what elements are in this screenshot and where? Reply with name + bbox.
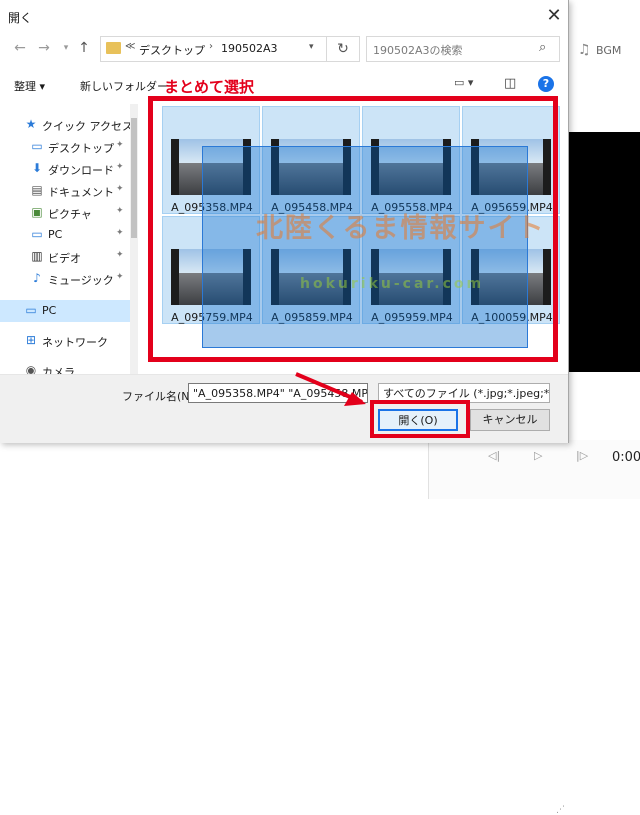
nav-item-videos[interactable]: ▥ ビデオ ✦ — [0, 246, 130, 268]
filename-label: ファイル名(N): — [122, 390, 198, 403]
pin-icon: ✦ — [116, 206, 124, 216]
folder-icon — [106, 42, 121, 54]
nav-item-documents[interactable]: ▤ ドキュメント ✦ — [0, 180, 130, 202]
navigation-pane: ★ クイック アクセス ▭ デスクトップ ✦ ⬇ ダウンロード ✦ ▤ ドキュメ… — [0, 104, 140, 374]
view-icon: ▭ ▾ — [454, 76, 474, 89]
chevron-right-icon[interactable]: › — [209, 41, 213, 52]
recent-locations-button[interactable]: ▾ — [58, 38, 74, 58]
pin-icon: ✦ — [116, 272, 124, 282]
pin-icon: ✦ — [116, 228, 124, 238]
back-button[interactable]: ← — [12, 38, 28, 58]
help-icon: ? — [542, 77, 550, 90]
nav-item-label: ドキュメント — [48, 186, 114, 199]
nav-item-label: PC — [42, 304, 57, 317]
help-button[interactable]: ? — [538, 76, 554, 92]
next-icon[interactable]: |▷ — [576, 449, 588, 462]
new-folder-button[interactable]: 新しいフォルダー — [80, 78, 168, 94]
video-icon: ▥ — [31, 249, 43, 263]
bgm-label[interactable]: BGM — [596, 44, 621, 57]
watermark-url: hokuriku-car.com — [300, 276, 485, 292]
arrow-left-icon: ← — [14, 40, 26, 56]
nav-item-music[interactable]: ♪ ミュージック ✦ — [0, 268, 130, 290]
search-placeholder: 190502A3の検索 — [373, 44, 463, 57]
address-bar[interactable]: ≪ デスクトップ › 190502A3 ▾ — [100, 36, 360, 62]
music-icon: ♪ — [33, 271, 41, 285]
watermark: 北陸くるま情報サイト — [256, 213, 546, 244]
nav-item-downloads[interactable]: ⬇ ダウンロード ✦ — [0, 158, 130, 180]
preview-pane-button[interactable]: ◫ — [504, 76, 516, 91]
arrow-right-icon: → — [38, 40, 50, 56]
nav-item-pictures[interactable]: ▣ ピクチャ ✦ — [0, 202, 130, 224]
pin-icon: ✦ — [116, 140, 124, 150]
network-icon: ⊞ — [25, 333, 37, 347]
picture-icon: ▣ — [31, 205, 43, 219]
organize-button[interactable]: 整理 ▾ — [14, 78, 45, 94]
cancel-button[interactable]: キャンセル — [470, 409, 550, 431]
nav-item-label: クイック アクセス — [42, 120, 133, 133]
pin-icon: ✦ — [116, 184, 124, 194]
preview-pane-icon: ◫ — [504, 76, 517, 91]
desktop-icon: ▭ — [31, 139, 43, 153]
pc-icon: ▭ — [31, 227, 43, 241]
nav-item-label: ダウンロード — [48, 164, 114, 177]
pin-icon: ✦ — [116, 250, 124, 260]
camera-icon: ◉ — [25, 363, 37, 374]
breadcrumb-overflow[interactable]: ≪ — [125, 41, 135, 52]
time-display: 0:00 — [612, 450, 640, 465]
previous-icon[interactable]: ◁| — [488, 449, 500, 462]
nav-item-pc-quick[interactable]: ▭ PC ✦ — [0, 224, 130, 246]
nav-item-label: デスクトップ — [48, 142, 114, 155]
nav-item-label: ピクチャ — [48, 208, 92, 221]
nav-item-network[interactable]: ⊞ ネットワーク — [0, 330, 130, 352]
chevron-down-icon: ▾ — [63, 43, 69, 53]
close-icon: ✕ — [546, 5, 562, 26]
pin-icon: ✦ — [116, 162, 124, 172]
nav-item-desktop[interactable]: ▭ デスクトップ ✦ — [0, 136, 130, 158]
nav-item-label: カメラ — [42, 366, 75, 374]
star-icon: ★ — [25, 117, 37, 131]
pc-icon: ▭ — [25, 303, 37, 317]
download-icon: ⬇ — [31, 161, 43, 175]
dialog-footer: ファイル名(N): "A_095358.MP4" "A_095458.MP4" … — [0, 374, 568, 815]
chevron-down-icon[interactable]: ▾ — [309, 42, 314, 52]
dialog-title: 開く — [8, 11, 33, 25]
nav-scrollbar-thumb[interactable] — [131, 118, 137, 238]
breadcrumb-folder[interactable]: 190502A3 — [221, 42, 278, 55]
nav-item-camera[interactable]: ◉ カメラ — [0, 360, 130, 374]
search-input[interactable]: 190502A3の検索 ⌕ — [366, 36, 560, 62]
resize-grip-icon[interactable]: ⋰ — [556, 805, 565, 815]
nav-item-pc[interactable]: ▭ PC — [0, 300, 130, 322]
music-note-icon: ♫ — [578, 42, 591, 58]
close-button[interactable]: ✕ — [540, 2, 568, 30]
document-icon: ▤ — [31, 183, 43, 197]
breadcrumb-desktop[interactable]: デスクトップ — [139, 42, 205, 58]
search-icon: ⌕ — [539, 40, 547, 55]
arrow-up-icon: ↑ — [78, 40, 90, 56]
play-icon[interactable]: ▷ — [534, 449, 542, 462]
forward-button[interactable]: → — [36, 38, 52, 58]
nav-item-label: ミュージック — [48, 274, 114, 287]
view-options-button[interactable]: ▭ ▾ — [454, 76, 490, 94]
nav-item-label: ビデオ — [48, 252, 81, 265]
refresh-button[interactable]: ↻ — [326, 36, 359, 62]
filename-field[interactable]: "A_095358.MP4" "A_095458.MP4" — [188, 383, 368, 403]
nav-item-label: PC — [48, 228, 63, 241]
refresh-icon: ↻ — [337, 41, 349, 57]
up-button[interactable]: ↑ — [76, 38, 92, 58]
video-preview — [568, 132, 640, 372]
annotation-label: まとめて選択 — [164, 78, 255, 96]
nav-item-label: ネットワーク — [42, 336, 108, 349]
nav-item-quick-access[interactable]: ★ クイック アクセス — [0, 114, 133, 136]
open-button-highlight — [370, 400, 470, 438]
